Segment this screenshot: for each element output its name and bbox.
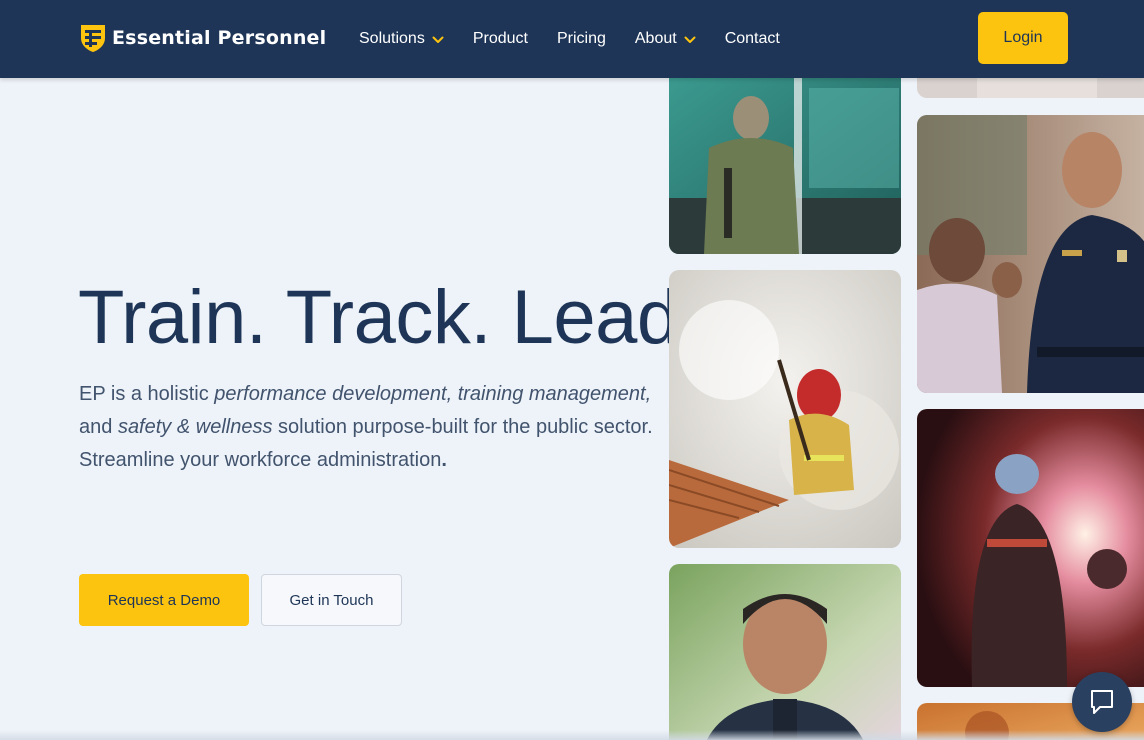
cta-row: Request a Demo Get in Touch — [79, 574, 402, 626]
nav-label: Contact — [724, 30, 780, 47]
brand-name: Essential Personnel — [112, 27, 327, 49]
smiling-police-officer-photo — [669, 564, 901, 740]
desc-line2-text: Streamline your workforce administration — [79, 449, 442, 471]
nav-label: Pricing — [556, 30, 606, 47]
nav-item-product[interactable]: Product — [473, 0, 528, 78]
nav-item-pricing[interactable]: Pricing — [557, 0, 606, 78]
chevron-down-icon — [684, 36, 696, 43]
desc-intro: EP is a holistic — [79, 383, 215, 405]
nav-label: Solutions — [359, 30, 425, 47]
nav-label: About — [634, 30, 677, 47]
nav-item-solutions[interactable]: Solutions — [359, 0, 444, 78]
site-header: Essential Personnel Solutions Product Pr… — [0, 0, 1144, 78]
main-nav: Solutions Product Pricing About Contact — [359, 0, 780, 78]
chat-bubble-icon — [1091, 690, 1113, 714]
bottom-fade — [0, 730, 1144, 740]
request-demo-button[interactable]: Request a Demo — [79, 574, 249, 626]
nav-item-contact[interactable]: Contact — [725, 0, 780, 78]
desc-and: and — [79, 416, 118, 438]
hero-headline: Train. Track. Lead. — [78, 275, 700, 360]
desc-line2-end: . — [441, 449, 447, 471]
shield-logo-icon — [81, 25, 105, 52]
login-button[interactable]: Login — [978, 12, 1068, 64]
chat-button[interactable] — [1072, 672, 1132, 732]
brand-logo[interactable]: Essential Personnel — [80, 22, 326, 54]
hero-description: EP is a holistic performance development… — [79, 378, 659, 477]
get-in-touch-button[interactable]: Get in Touch — [261, 574, 402, 626]
desc-emphasis-training: performance development, training manage… — [214, 383, 652, 405]
desc-line2: Streamline your workforce administration… — [79, 444, 659, 477]
firefighter-at-truck-photo — [669, 78, 901, 254]
desc-emphasis-safety: safety & wellness — [117, 416, 273, 438]
nav-label: Product — [472, 30, 528, 47]
police-officer-with-community-photo — [917, 115, 1144, 393]
tunnel-rescue-photo — [917, 409, 1144, 687]
nav-item-about[interactable]: About — [635, 0, 696, 78]
chevron-down-icon — [432, 36, 444, 43]
desc-rest: solution purpose-built for the public se… — [272, 416, 653, 438]
firefighter-in-smoke-photo — [669, 270, 901, 548]
